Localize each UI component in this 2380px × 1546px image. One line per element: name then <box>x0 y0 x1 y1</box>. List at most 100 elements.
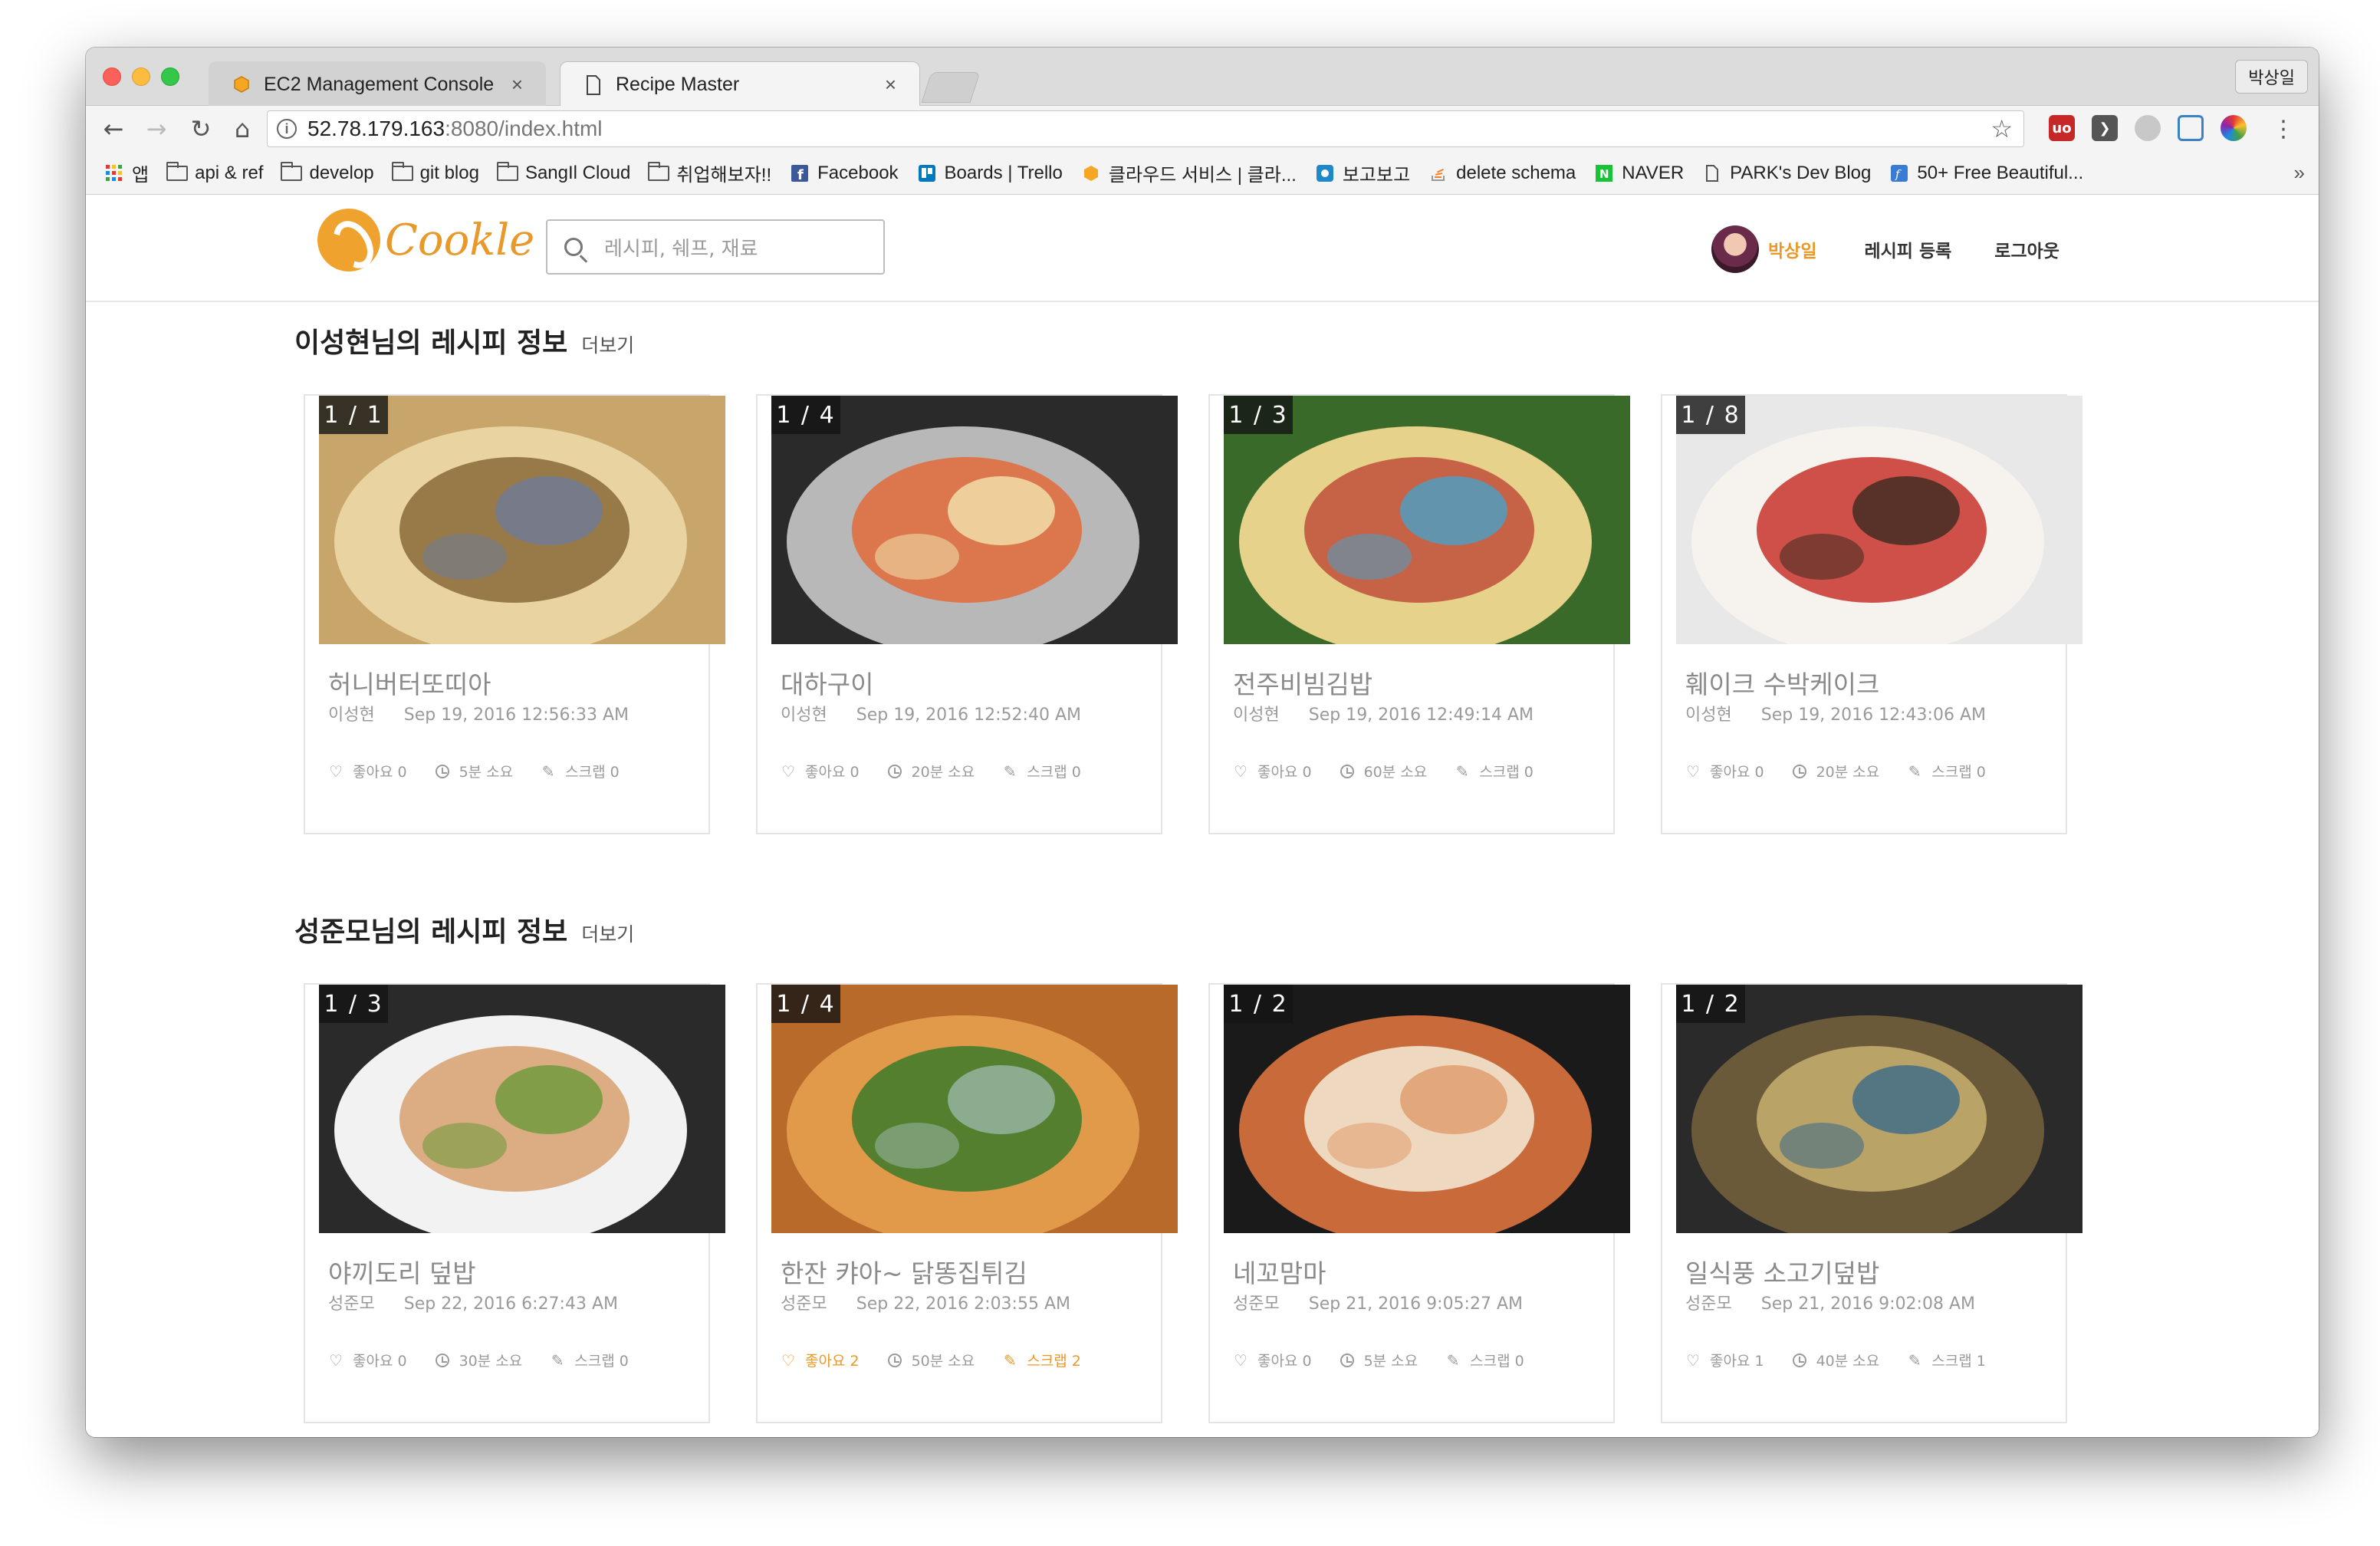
recipe-card[interactable]: 1 / 2 일식풍 소고기덮밥 성준모 Sep 21, 2016 9:02:08 AM… <box>1661 983 2082 1423</box>
recipe-image[interactable]: 1 / 3 <box>319 985 725 1233</box>
more-link[interactable]: 더보기 <box>581 331 634 358</box>
scrap-button[interactable]: ✎ 스크랩 0 <box>1455 761 1534 781</box>
bookmark-develop[interactable]: develop <box>280 161 374 184</box>
bookmark-delete-schema[interactable]: delete schema <box>1427 163 1576 184</box>
recipe-author[interactable]: 이성현 <box>1685 706 1732 725</box>
scrap-button[interactable]: ✎ 스크랩 2 <box>1002 1350 1081 1370</box>
recipe-author[interactable]: 성준모 <box>1685 1294 1732 1314</box>
bookmark-apps[interactable]: 앱 <box>103 160 149 186</box>
bookmark-trello[interactable]: Boards | Trello <box>916 163 1063 184</box>
like-button[interactable]: ♡ 좋아요 0 <box>781 761 860 781</box>
bookmark-git-blog[interactable]: git blog <box>391 161 479 184</box>
bookmark-free-beautiful[interactable]: f 50+ Free Beautiful... <box>1888 163 2083 184</box>
recipe-image[interactable]: 1 / 8 <box>1676 396 2082 644</box>
search-input[interactable]: 레시피, 쉐프, 재료 <box>546 219 885 275</box>
recipe-title[interactable]: 야끼도리 덮밥 <box>328 1253 476 1290</box>
bookmark-naver[interactable]: N NAVER <box>1593 163 1684 184</box>
scrap-button[interactable]: ✎ 스크랩 0 <box>1907 761 1986 781</box>
register-recipe-link[interactable]: 레시피 등록 <box>1864 236 1951 262</box>
scrap-button[interactable]: ✎ 스크랩 1 <box>1907 1350 1986 1370</box>
site-logo[interactable]: Cookle <box>317 209 534 271</box>
recipe-card[interactable]: 1 / 1 허니버터또띠아 이성현 Sep 19, 2016 12:56:33 AM ♡… <box>304 394 725 834</box>
recipe-image[interactable]: 1 / 1 <box>319 396 725 644</box>
ublock-icon[interactable]: uo <box>2049 115 2075 141</box>
bookmark-api-ref[interactable]: api & ref <box>166 161 263 184</box>
bookmark-cloud-service[interactable]: 클라우드 서비스 | 클라... <box>1080 160 1297 186</box>
recipe-image[interactable]: 1 / 4 <box>771 396 1178 644</box>
bookmark-sangil-cloud[interactable]: SangIl Cloud <box>496 161 630 184</box>
naver-icon: N <box>1593 164 1616 183</box>
recipe-card[interactable]: 1 / 4 대하구이 이성현 Sep 19, 2016 12:52:40 AM ♡ 좋아요… <box>756 394 1178 834</box>
logout-link[interactable]: 로그아웃 <box>1994 236 2059 262</box>
like-button[interactable]: ♡ 좋아요 0 <box>1685 761 1764 781</box>
like-button[interactable]: ♡ 좋아요 0 <box>1233 761 1312 781</box>
like-button[interactable]: ♡ 좋아요 0 <box>328 1350 407 1370</box>
menu-dots-icon[interactable]: ⋮ <box>2268 113 2299 144</box>
user-name-link[interactable]: 박상일 <box>1768 236 1816 262</box>
bookmark-star-icon[interactable]: ☆ <box>1990 114 2013 143</box>
recipe-image[interactable]: 1 / 2 <box>1224 985 1630 1233</box>
screen-capture-icon[interactable] <box>2178 115 2204 141</box>
color-picker-icon[interactable] <box>2221 115 2247 141</box>
recipe-author[interactable]: 이성현 <box>781 706 827 725</box>
close-tab-icon[interactable]: × <box>511 73 523 97</box>
more-link[interactable]: 더보기 <box>581 919 634 947</box>
search-icon <box>564 238 583 256</box>
heart-icon: ♡ <box>329 1350 343 1370</box>
recipe-author[interactable]: 이성현 <box>1233 706 1280 725</box>
recipe-title[interactable]: 대하구이 <box>781 664 873 701</box>
recipe-image[interactable]: 1 / 4 <box>771 985 1178 1233</box>
zoom-window-button[interactable] <box>161 67 179 86</box>
recipe-image[interactable]: 1 / 3 <box>1224 396 1630 644</box>
recipe-card[interactable]: 1 / 4 한잔 캬아~ 닭똥집튀김 성준모 Sep 22, 2016 2:03:55… <box>756 983 1178 1423</box>
recipe-title[interactable]: 네꼬맘마 <box>1233 1253 1326 1290</box>
recipe-author[interactable]: 성준모 <box>781 1294 827 1314</box>
recipe-image[interactable]: 1 / 2 <box>1676 985 2082 1233</box>
globe-icon[interactable] <box>2135 115 2161 141</box>
address-bar[interactable]: i 52.78.179.163 :8080/index.html ☆ <box>267 110 2024 147</box>
bookmark-facebook[interactable]: f Facebook <box>788 163 899 184</box>
bookmark-bogo[interactable]: 보고보고 <box>1313 160 1410 186</box>
image-counter-badge: 1 / 3 <box>1224 396 1293 434</box>
pocket-icon[interactable]: ❯ <box>2092 115 2118 141</box>
profile-button[interactable]: 박상일 <box>2235 60 2308 94</box>
like-button[interactable]: ♡ 좋아요 0 <box>1233 1350 1312 1370</box>
svg-text:f: f <box>797 167 804 182</box>
bookmark-job[interactable]: 취업해보자!! <box>647 160 771 186</box>
like-button[interactable]: ♡ 좋아요 1 <box>1685 1350 1764 1370</box>
scrap-button[interactable]: ✎ 스크랩 0 <box>541 761 620 781</box>
recipe-card[interactable]: 1 / 8 훼이크 수박케이크 이성현 Sep 19, 2016 12:43:06 A… <box>1661 394 2082 834</box>
close-tab-icon[interactable]: × <box>885 73 896 97</box>
cook-time-label: 60분 소요 <box>1363 764 1428 781</box>
recipe-title[interactable]: 훼이크 수박케이크 <box>1685 664 1879 701</box>
recipe-author[interactable]: 성준모 <box>328 1294 375 1314</box>
recipe-author[interactable]: 성준모 <box>1233 1294 1280 1314</box>
recipe-title[interactable]: 한잔 캬아~ 닭똥집튀김 <box>781 1253 1027 1290</box>
forward-icon[interactable]: → <box>141 113 172 144</box>
tab-ec2[interactable]: EC2 Management Console × <box>209 61 546 107</box>
recipe-card[interactable]: 1 / 2 네꼬맘마 성준모 Sep 21, 2016 9:05:27 AM ♡ 좋아요 … <box>1208 983 1630 1423</box>
bookmark-park-dev-blog[interactable]: PARK's Dev Blog <box>1701 163 1871 184</box>
close-window-button[interactable] <box>103 67 121 86</box>
scrap-count: 스크랩 0 <box>1470 1353 1524 1370</box>
tab-recipe-master[interactable]: Recipe Master × <box>560 61 920 107</box>
recipe-author[interactable]: 이성현 <box>328 706 375 725</box>
recipe-card[interactable]: 1 / 3 야끼도리 덮밥 성준모 Sep 22, 2016 6:27:43 AM ♡ 좋… <box>304 983 725 1423</box>
recipe-title[interactable]: 전주비빔김밥 <box>1233 664 1372 701</box>
home-icon[interactable]: ⌂ <box>227 113 258 144</box>
reload-icon[interactable]: ↻ <box>186 113 216 144</box>
like-button[interactable]: ♡ 좋아요 0 <box>328 761 407 781</box>
scrap-button[interactable]: ✎ 스크랩 0 <box>1002 761 1081 781</box>
avatar[interactable] <box>1711 225 1759 273</box>
scrap-button[interactable]: ✎ 스크랩 0 <box>550 1350 629 1370</box>
bookmarks-overflow-icon[interactable]: » <box>2294 161 2305 185</box>
recipe-title[interactable]: 허니버터또띠아 <box>328 664 491 701</box>
info-icon[interactable]: i <box>277 119 297 139</box>
new-tab-button[interactable] <box>921 72 981 103</box>
recipe-card[interactable]: 1 / 3 전주비빔김밥 이성현 Sep 19, 2016 12:49:14 AM ♡ 좋… <box>1208 394 1630 834</box>
back-icon[interactable]: ← <box>98 113 129 144</box>
like-button[interactable]: ♡ 좋아요 2 <box>781 1350 860 1370</box>
recipe-title[interactable]: 일식풍 소고기덮밥 <box>1685 1253 1879 1290</box>
scrap-button[interactable]: ✎ 스크랩 0 <box>1445 1350 1524 1370</box>
minimize-window-button[interactable] <box>132 67 150 86</box>
